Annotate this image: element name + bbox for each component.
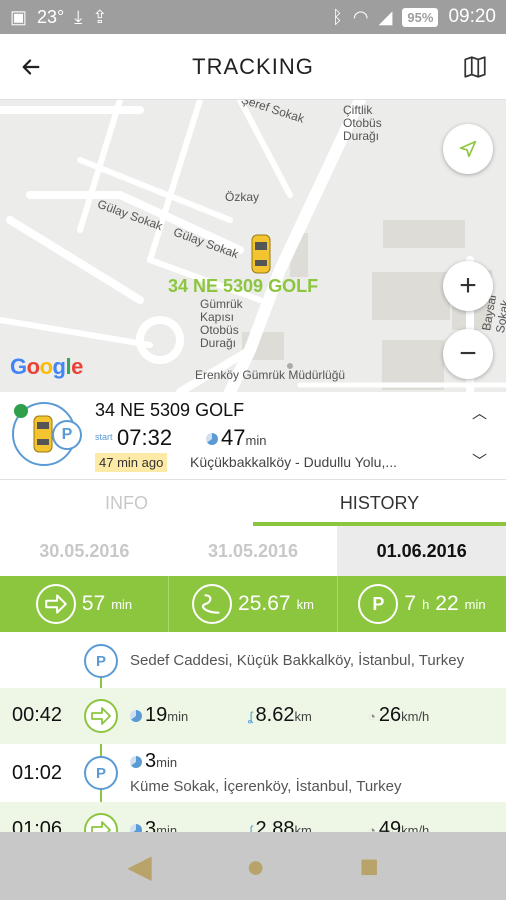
wifi-icon: ◠	[352, 6, 369, 27]
history-row-drive[interactable]: 01:06 3min ʆ 2.88km ◔ 49km/h	[0, 802, 506, 832]
bluetooth-icon: ᛒ	[332, 6, 343, 27]
route-icon	[192, 584, 233, 624]
history-list[interactable]: P Sedef Caddesi, Küçük Bakkalköy, İstanb…	[0, 632, 506, 832]
download-icon: ⤓	[74, 6, 83, 27]
drive-speed: ◔ 26km/h	[368, 704, 430, 726]
arrow-left-icon	[22, 58, 40, 75]
clock-pie-icon	[130, 823, 142, 832]
gallery-icon: ▣	[10, 6, 28, 27]
google-logo: Google	[10, 354, 83, 379]
history-row-parking[interactable]: 01:02 P 3min Küme Sokak, İçerenköy, İsta…	[0, 744, 506, 802]
date-selector: 30.05.2016 31.05.2016 01.06.2016	[0, 526, 506, 576]
drive-duration: 19min	[130, 704, 188, 727]
speedometer-icon: ◔	[368, 709, 376, 724]
chevron-up-icon[interactable]: ︿	[472, 402, 487, 423]
vehicle-card[interactable]: P 34 NE 5309 GOLF start 07:32 47min 47 m…	[0, 392, 506, 480]
date-tab[interactable]: 31.05.2016	[169, 526, 338, 576]
tab-history[interactable]: HISTORY	[253, 480, 506, 526]
map-place-label: Erenköy Gümrük Müdürlüğü	[195, 368, 346, 382]
date-tab-selected[interactable]: 01.06.2016	[337, 526, 506, 576]
temperature: 23°	[37, 6, 65, 27]
row-time: 00:42	[12, 704, 63, 726]
vehicle-address: Küçükbakkalköy - Dudullu Yolu,...	[190, 454, 398, 470]
map-icon	[464, 55, 486, 78]
row-time: 01:02	[12, 762, 63, 784]
vehicle-plate: 34 NE 5309 GOLF	[95, 400, 245, 420]
parking-address: Sedef Caddesi, Küçük Bakkalköy, İstanbul…	[130, 652, 465, 669]
parking-duration: 3min	[130, 750, 177, 773]
drive-arrow-icon	[84, 813, 118, 832]
route-icon: ʆ	[248, 823, 253, 832]
clock-pie-icon	[206, 433, 218, 446]
nav-back-icon[interactable]: ◀	[127, 847, 152, 885]
clock-pie-icon	[130, 755, 142, 768]
drive-arrow-icon	[84, 699, 118, 733]
distance-summary: 25.67 km	[169, 576, 338, 632]
drive-arrow-icon	[35, 584, 76, 624]
clock: 09:20	[448, 6, 496, 27]
parking-icon: P	[358, 584, 399, 624]
map-place-label: Özkay	[225, 190, 260, 204]
clock-pie-icon	[130, 709, 142, 722]
map-busstop-label: Çiftlik Otobüs Durağı	[343, 103, 382, 143]
last-seen-badge: 47 min ago	[95, 453, 168, 472]
day-summary: 57 min 25.67 km P 7h 22 min	[0, 576, 506, 632]
taxi-marker[interactable]	[251, 234, 271, 274]
zoom-in-button[interactable]: +	[443, 261, 493, 311]
tab-bar: INFO HISTORY	[0, 480, 506, 526]
online-status-icon	[14, 404, 28, 418]
parking-address: Küme Sokak, İçerenköy, İstanbul, Turkey	[130, 778, 402, 795]
map-view[interactable]: Şeref Sokak Çiftlik Otobüs Durağı Özkay …	[0, 100, 506, 392]
drive-distance: ʆ 2.88km	[248, 818, 312, 832]
parking-time-summary: P 7h 22 min	[338, 576, 506, 632]
zoom-out-button[interactable]: −	[443, 329, 493, 379]
start-time: 07:32	[117, 425, 173, 450]
vehicle-map-label: 34 NE 5309 GOLF	[168, 276, 319, 296]
system-nav-bar: ◀ ● ■	[0, 832, 506, 900]
chevron-down-icon[interactable]: ﹀	[472, 450, 487, 471]
drive-duration: 3min	[130, 818, 177, 832]
history-row-parking[interactable]: P Sedef Caddesi, Küçük Bakkalköy, İstanb…	[0, 632, 506, 688]
start-label: start	[95, 432, 113, 442]
drive-speed: ◔ 49km/h	[368, 818, 429, 832]
my-location-button[interactable]	[443, 124, 493, 174]
duration: 47min	[206, 425, 266, 451]
date-tab[interactable]: 30.05.2016	[0, 526, 169, 576]
parking-icon: P	[84, 756, 118, 790]
navigation-arrow-icon	[459, 140, 477, 158]
signal-icon: ◢	[378, 6, 393, 27]
history-row-drive[interactable]: 00:42 19min ʆ 8.62km ◔ 26km/h	[0, 688, 506, 744]
parking-icon: P	[84, 644, 118, 678]
back-button[interactable]	[0, 34, 62, 100]
row-time: 01:06	[12, 818, 63, 832]
tab-info[interactable]: INFO	[0, 480, 253, 526]
battery-indicator: 95%	[402, 7, 439, 27]
app-toolbar: TRACKING	[0, 34, 506, 100]
map-busstop-label: Gümrük Kapısı Otobüs Durağı	[200, 297, 243, 350]
map-view-button[interactable]	[444, 34, 506, 100]
route-icon: ʆ	[248, 709, 253, 724]
upload-icon: ⇪	[92, 6, 108, 27]
drive-time-summary: 57 min	[0, 576, 169, 632]
parking-badge-icon: P	[52, 420, 82, 450]
nav-home-icon[interactable]: ●	[246, 848, 265, 885]
nav-recents-icon[interactable]: ■	[360, 848, 379, 885]
speedometer-icon: ◔	[368, 823, 376, 832]
status-bar: ▣ 23° ⤓ ⇪ ᛒ ◠ ◢ 95% 09:20	[0, 0, 506, 34]
drive-distance: ʆ 8.62km	[248, 704, 312, 726]
page-title: TRACKING	[192, 53, 314, 79]
